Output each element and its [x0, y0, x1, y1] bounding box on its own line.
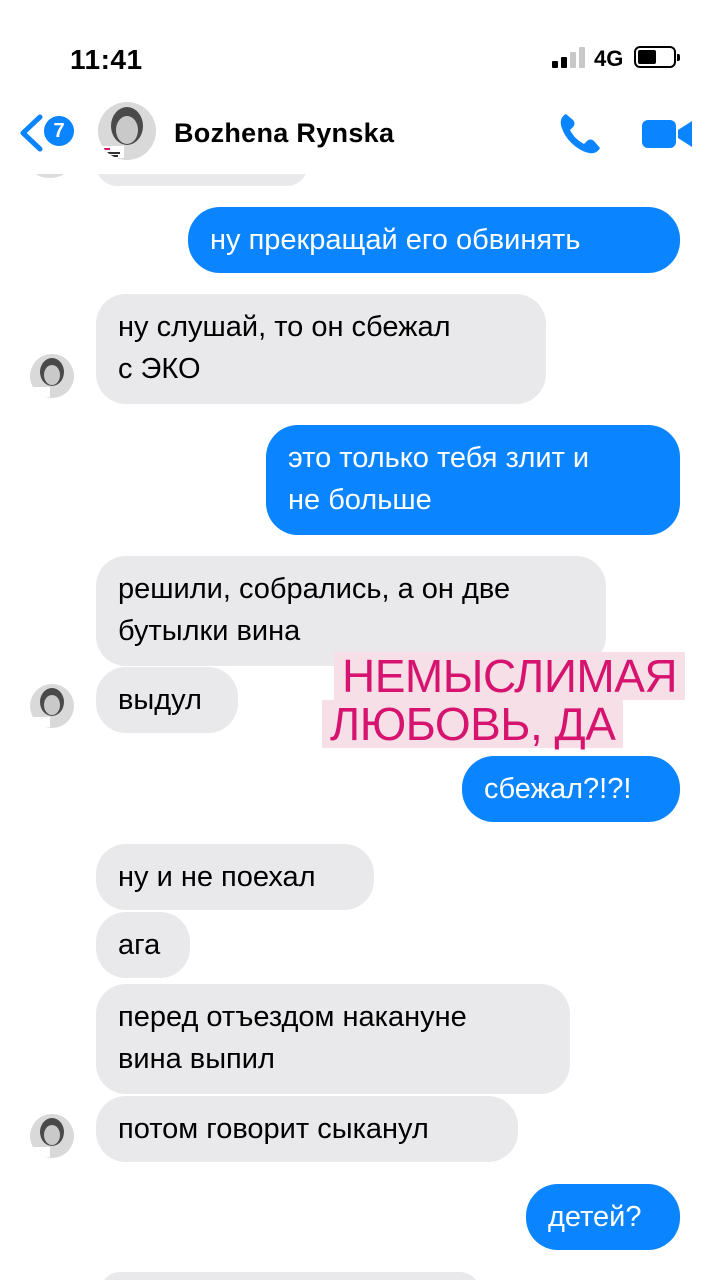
message-line: вина выпил: [118, 1043, 275, 1075]
message-bubble-incoming[interactable]: перед отъездом накануне вина выпил: [96, 984, 570, 1094]
sender-avatar[interactable]: [30, 684, 74, 728]
avatar-photo-icon: [98, 102, 156, 160]
contact-name[interactable]: Bozhena Rynska: [174, 118, 394, 149]
back-button[interactable]: 7: [18, 112, 78, 152]
text-sticker: НЕМЫСЛИМАЯ ЛЮБОВЬ, ДА: [322, 648, 698, 748]
chevron-left-icon: [20, 114, 43, 152]
message-bubble-incoming[interactable]: ага: [96, 912, 190, 978]
status-bar: 11:41 4G: [0, 0, 720, 100]
video-call-button[interactable]: [640, 116, 694, 152]
sticker-line: ЛЮБОВЬ, ДА: [322, 700, 624, 748]
message-line: это только тебя злит и: [288, 442, 590, 474]
message-bubble-outgoing[interactable]: ну прекращай его обвинять: [188, 207, 680, 273]
sender-avatar[interactable]: [30, 354, 74, 398]
avatar-photo-icon: [30, 1114, 74, 1158]
message-bubble-incoming[interactable]: потом говорит сыканул: [96, 1096, 518, 1162]
message-list[interactable]: ну прекращай его обвинять ну слушай, то …: [0, 174, 720, 1280]
video-camera-icon: [642, 120, 692, 148]
sender-avatar[interactable]: [30, 1114, 74, 1158]
message-bubble-incoming[interactable]: ну слушай, то он сбежал с ЭКО: [96, 294, 546, 404]
battery-icon: [634, 46, 680, 68]
message-bubble-outgoing[interactable]: сбежал?!?!: [462, 756, 680, 822]
avatar-photo-icon: [30, 354, 74, 398]
status-time: 11:41: [70, 44, 143, 75]
message-line: не больше: [288, 484, 432, 516]
message-line: решили, собрались, а он две: [118, 573, 511, 605]
message-bubble-outgoing[interactable]: детей?: [526, 1184, 680, 1250]
message-bubble-incoming[interactable]: ну и не поехал: [96, 844, 374, 910]
message-bubble-outgoing[interactable]: это только тебя злит и не больше: [266, 425, 680, 535]
avatar-photo-icon: [30, 684, 74, 728]
message-line: ну слушай, то он сбежал: [118, 311, 451, 343]
sticker-line: НЕМЫСЛИМАЯ: [334, 652, 686, 700]
unread-count-badge: 7: [44, 116, 74, 146]
message-line: с ЭКО: [118, 353, 201, 385]
message-bubble-partial: [100, 1272, 480, 1280]
sender-avatar: [30, 174, 70, 178]
conversation-header: 7 Bozhena Rynska: [0, 96, 720, 174]
message-line: перед отъездом накануне: [118, 1001, 467, 1033]
contact-avatar[interactable]: [98, 102, 156, 160]
signal-icon: [552, 46, 586, 68]
message-bubble-incoming[interactable]: выдул: [96, 667, 238, 733]
network-type: 4G: [594, 46, 624, 71]
phone-icon: [560, 114, 600, 154]
phone-call-button[interactable]: [556, 110, 604, 158]
message-bubble-partial: [96, 174, 308, 186]
message-line: бутылки вина: [118, 615, 301, 647]
